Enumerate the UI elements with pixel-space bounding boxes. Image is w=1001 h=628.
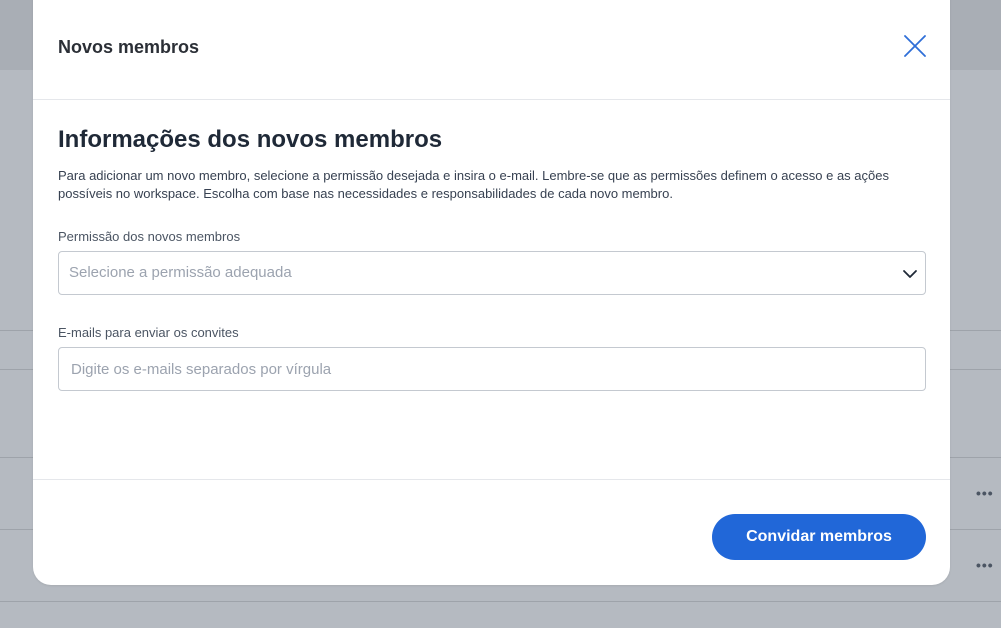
emails-field: E-mails para enviar os convites — [58, 325, 926, 391]
emails-label: E-mails para enviar os convites — [58, 325, 239, 340]
new-members-modal: Novos membros Informações dos novos memb… — [33, 0, 950, 585]
row-more-actions-icon[interactable]: ••• — [976, 558, 994, 572]
background-divider — [0, 601, 1001, 602]
modal-body: Informações dos novos membros Para adici… — [58, 125, 926, 391]
permission-label: Permissão dos novos membros — [58, 229, 241, 244]
row-more-actions-icon[interactable]: ••• — [976, 486, 994, 500]
permission-select[interactable]: Selecione a permissão adequada — [58, 251, 926, 295]
close-button[interactable] — [901, 32, 929, 60]
chevron-down-icon — [903, 270, 917, 278]
emails-input[interactable] — [58, 347, 926, 391]
permission-field: Permissão dos novos membros Selecione a … — [58, 229, 926, 295]
invite-members-button[interactable]: Convidar membros — [712, 514, 926, 560]
section-description: Para adicionar um novo membro, selecione… — [58, 168, 889, 201]
permission-select-placeholder: Selecione a permissão adequada — [69, 264, 292, 281]
section-title: Informações dos novos membros — [58, 126, 443, 153]
modal-title: Novos membros — [58, 37, 200, 57]
modal-header: Novos membros — [33, 0, 950, 100]
modal-footer: Convidar membros — [33, 479, 950, 585]
close-icon — [904, 35, 926, 57]
